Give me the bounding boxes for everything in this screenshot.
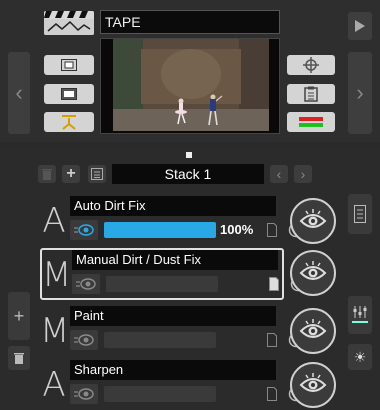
split-button[interactable] [44,112,94,132]
prev-button[interactable]: ‹ [8,52,30,134]
eye-toggle-button[interactable] [290,308,336,354]
stack-next-button[interactable]: › [294,165,312,183]
effect-eye-icon [74,334,94,346]
effect-row[interactable]: A Auto Dirt Fix 100% [40,196,304,246]
effect-name[interactable]: Sharpen [70,360,276,380]
eye-icon [299,209,327,228]
delete-effect-button[interactable] [8,346,30,370]
clipboard-icon [304,86,318,102]
clipboard-button[interactable] [287,84,335,104]
list-icon [91,168,103,180]
effect-eye-icon [76,278,96,290]
clapperboard-icon[interactable] [44,11,94,35]
drag-handle-icon[interactable] [186,152,192,158]
document-icon [267,333,277,347]
eye-toggle-button[interactable] [290,198,336,244]
effect-view-button[interactable] [72,274,100,294]
effect-notes-button[interactable] [264,384,280,404]
trash-icon [42,169,52,180]
progress-bar [104,222,216,238]
effect-mode-letter: A [42,201,66,241]
effect-view-button[interactable] [70,384,98,404]
progress-fill [104,222,216,238]
effect-row[interactable]: M Manual Dirt / Dust Fix [40,248,306,300]
frame-button[interactable] [44,55,94,75]
effect-name[interactable]: Auto Dirt Fix [70,196,276,216]
effect-view-button[interactable] [70,220,98,240]
eye-toggle-button[interactable] [290,250,336,296]
plus-icon: + [13,305,25,326]
stack-add-button[interactable]: + [62,165,80,183]
effect-name[interactable]: Paint [70,306,276,326]
stack-delete-button[interactable] [38,165,56,183]
effect-row[interactable]: A Sharpen [40,360,304,410]
play-button[interactable] [348,12,372,40]
chevron-left-icon: ‹ [276,166,282,182]
effect-controls [72,274,306,294]
document-icon [354,205,366,223]
chevron-right-icon: › [356,80,364,105]
eye-icon [299,373,327,392]
document-icon [267,223,277,237]
ballet-scene-image [101,39,279,133]
effect-eye-icon [74,224,94,236]
effect-eye-icon [74,388,94,400]
red-green-indicator-icon [299,117,323,127]
stack-prev-button[interactable]: ‹ [270,165,288,183]
eye-toggle-button[interactable] [290,362,336,408]
trash-icon [14,353,24,364]
adjust-button[interactable] [348,296,372,334]
eye-icon [299,261,327,280]
effect-name[interactable]: Manual Dirt / Dust Fix [72,250,278,270]
crosshair-icon [303,57,319,73]
effect-controls [70,330,304,350]
document-icon [269,277,279,291]
effect-mode-letter: M [42,255,72,295]
progress-bar [106,276,218,292]
play-icon [355,20,365,32]
fit-button[interactable] [44,84,94,104]
effect-mode-letter: M [40,311,70,351]
chevron-left-icon: ‹ [15,80,23,105]
add-effect-button[interactable]: + [8,292,30,340]
document-icon [267,387,277,401]
target-button[interactable] [287,55,335,75]
eye-icon [299,319,327,338]
progress-label: 100% [220,222,254,237]
compare-indicator[interactable] [287,112,335,132]
effect-view-button[interactable] [70,330,98,350]
effect-controls [70,384,304,404]
effect-mode-letter: A [42,365,66,405]
chevron-right-icon: › [300,166,306,182]
plus-icon: + [66,165,76,182]
stack-title[interactable]: Stack 1 [112,164,264,184]
next-button[interactable]: › [348,52,372,134]
effect-controls: 100% [70,220,304,240]
brightness-button[interactable]: ☀ [348,344,372,370]
effect-notes-button[interactable] [264,330,280,350]
frame-icon [61,59,77,71]
effect-notes-button[interactable] [266,274,282,294]
effect-row[interactable]: M Paint [40,306,304,356]
effect-notes-button[interactable] [264,220,280,240]
video-preview[interactable] [100,38,280,134]
stack-list-button[interactable] [88,165,106,183]
sliders-icon [352,306,368,323]
viewer-title: TAPE [100,10,280,34]
fit-icon [61,88,77,100]
progress-bar [104,332,216,348]
notes-button[interactable] [348,194,372,234]
split-icon [62,115,76,130]
progress-bar [104,386,216,402]
brightness-icon: ☀ [353,348,367,365]
